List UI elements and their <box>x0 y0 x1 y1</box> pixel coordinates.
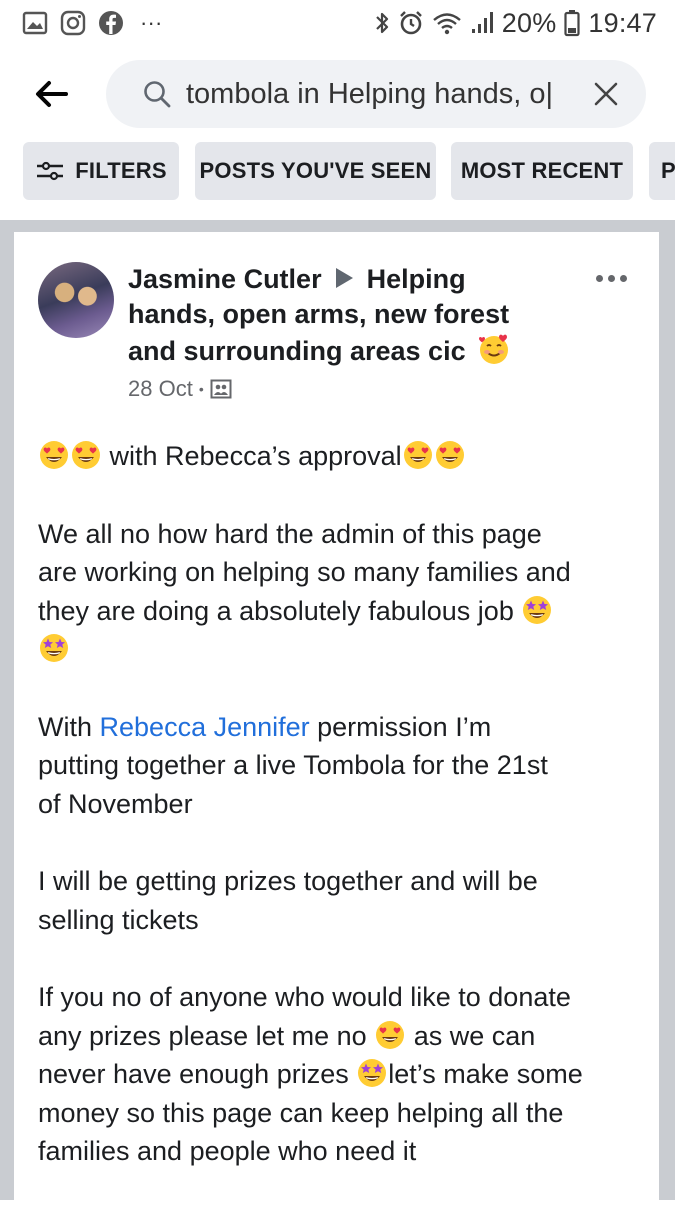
filter-chips: FILTERS POSTS YOU'VE SEEN MOST RECENT P <box>0 142 675 220</box>
post-line <box>38 630 643 669</box>
post-line: putting together a live Tombola for the … <box>38 750 548 780</box>
post-line-text: With <box>38 711 100 742</box>
post-line: any prizes please let me no as we can <box>38 1017 643 1056</box>
posts-youve-seen-chip[interactable]: POSTS YOU'VE SEEN <box>195 142 436 200</box>
post-paragraph: If you no of anyone who would like to do… <box>38 978 643 1171</box>
status-system: 20% 19:47 <box>374 8 657 39</box>
heart-eyes-emoji <box>376 1020 405 1049</box>
status-bar: ··· 20% 19:47 <box>0 0 675 46</box>
facebook-icon <box>98 10 124 36</box>
clock: 19:47 <box>588 7 657 38</box>
most-recent-label: MOST RECENT <box>460 158 624 183</box>
post-line: selling tickets <box>38 904 199 935</box>
mention-link[interactable]: Rebecca Jennifer <box>100 712 310 742</box>
post-paragraph: We all no how hard the admin of this pag… <box>38 515 643 669</box>
post-line: money so this page can keep helping all … <box>38 1097 564 1128</box>
post-line: I will be getting prizes together and wi… <box>38 866 538 896</box>
post-line: are working on helping so many families … <box>38 557 571 587</box>
triangle-right-icon <box>336 268 354 288</box>
post-author[interactable]: Jasmine Cutler <box>128 264 322 294</box>
smiling-hearts-emoji <box>479 334 509 364</box>
back-arrow-icon <box>36 81 68 107</box>
more-filter-label: P <box>661 158 675 183</box>
battery-icon <box>564 9 581 37</box>
post-card: Jasmine Cutler Helping hands, open arms,… <box>14 232 659 1212</box>
alarm-icon <box>398 10 424 36</box>
post-date[interactable]: 28 Oct <box>128 376 193 402</box>
more-dot <box>619 274 627 282</box>
heart-eyes-emoji <box>72 441 100 469</box>
search-header: tombola in Helping hands, o| <box>0 46 675 142</box>
post-line-text: they are doing a absolutely fabulous job <box>38 595 522 626</box>
battery-percent: 20% <box>501 7 557 38</box>
more-dot <box>607 274 615 282</box>
post-line: never have enough prizes let’s make some <box>38 1055 643 1094</box>
meta-separator: • <box>198 381 204 397</box>
post-line-text: as we can <box>406 1020 536 1051</box>
search-icon <box>144 81 171 108</box>
more-options-button[interactable] <box>586 266 636 290</box>
post-group-line2[interactable]: hands, open arms, new forest <box>128 299 509 329</box>
group-privacy-icon <box>210 379 232 399</box>
approval-text: with Rebecca’s approval <box>102 441 402 471</box>
filter-sliders-icon <box>37 161 64 181</box>
post-line-text: any prizes please let me no <box>38 1020 375 1051</box>
more-filter-chip[interactable]: P <box>649 142 675 200</box>
filters-button[interactable]: FILTERS <box>23 142 179 200</box>
post-paragraph: With Rebecca Jennifer permission I’m put… <box>38 708 643 824</box>
wifi-icon <box>432 11 462 35</box>
post-line: with Rebecca’s approval <box>38 437 643 476</box>
signal-icon <box>470 11 494 35</box>
post-line-text: never have enough prizes <box>38 1059 357 1089</box>
filters-label: FILTERS <box>75 158 167 183</box>
post-paragraph: I will be getting prizes together and wi… <box>38 862 643 939</box>
posts-youve-seen-label: POSTS YOU'VE SEEN <box>199 158 432 183</box>
most-recent-chip[interactable]: MOST RECENT <box>451 142 633 200</box>
post-line: With Rebecca Jennifer permission I’m <box>38 708 643 747</box>
post-group-line3[interactable]: and surrounding areas cic <box>128 336 466 366</box>
post-line-text: let’s make some <box>388 1059 583 1089</box>
post-paragraph: with Rebecca’s approval <box>38 437 643 476</box>
post-line: of November <box>38 788 193 819</box>
gallery-icon <box>22 11 48 35</box>
search-query[interactable]: tombola in Helping hands, o| <box>186 78 586 111</box>
instagram-icon <box>60 10 86 36</box>
post-body: with Rebecca’s approval We all no how ha… <box>38 437 643 1210</box>
post-meta: 28 Oct • <box>128 376 232 402</box>
post-line-text: permission I’m <box>309 711 492 742</box>
post-line: they are doing a absolutely fabulous job <box>38 592 643 631</box>
post-line: We all no how hard the admin of this pag… <box>38 518 542 549</box>
star-struck-emoji <box>358 1059 387 1087</box>
star-struck-emoji <box>40 634 68 662</box>
search-input[interactable]: tombola in Helping hands, o| <box>106 60 646 128</box>
close-icon <box>594 82 618 106</box>
post-group-line1[interactable]: Helping <box>367 264 466 294</box>
status-notifications: ··· <box>22 10 163 36</box>
post-line: If you no of anyone who would like to do… <box>38 982 571 1012</box>
post-line: families and people who need it <box>38 1136 417 1166</box>
back-button[interactable] <box>6 46 96 142</box>
clear-search-button[interactable] <box>586 74 626 114</box>
more-dots-icon <box>595 274 603 282</box>
bluetooth-icon <box>374 10 390 36</box>
more-notifications: ··· <box>140 10 163 35</box>
star-struck-emoji <box>523 595 552 624</box>
avatar[interactable] <box>38 262 114 338</box>
heart-eyes-emoji <box>403 441 432 469</box>
heart-eyes-emoji <box>40 441 68 469</box>
heart-eyes-emoji <box>435 441 464 469</box>
post-header: Jasmine Cutler Helping hands, open arms,… <box>128 262 568 369</box>
